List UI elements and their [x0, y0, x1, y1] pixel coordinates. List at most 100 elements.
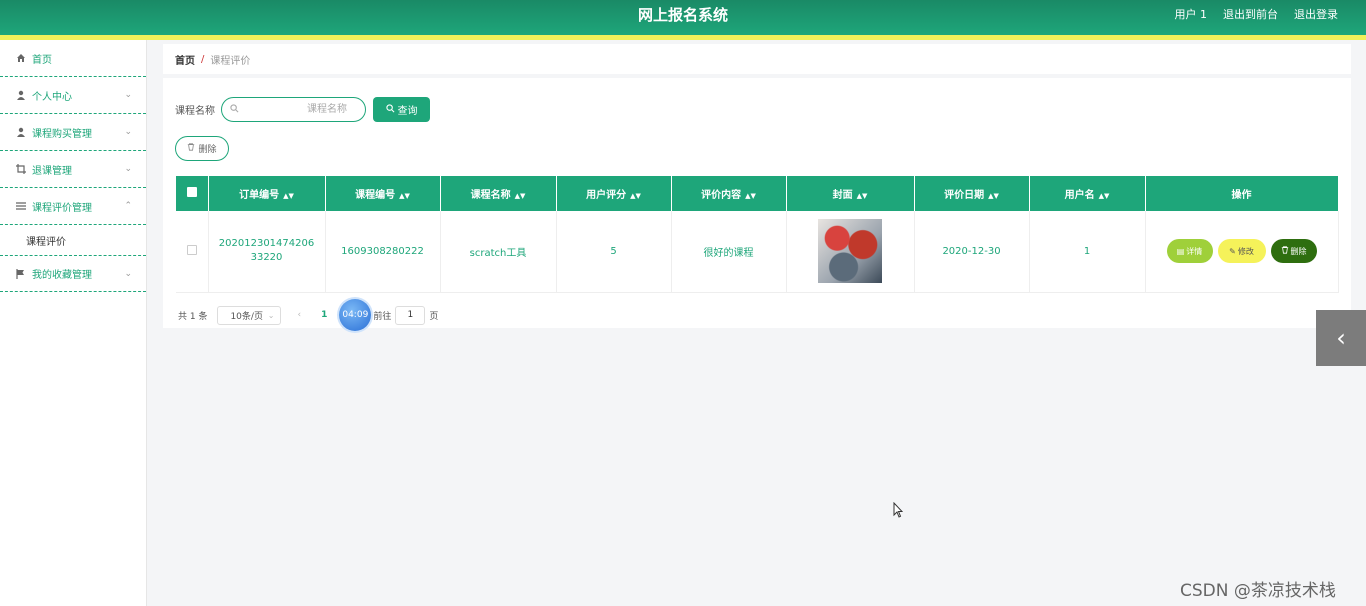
logout-link[interactable]: 退出登录: [1294, 6, 1338, 22]
column-header-score[interactable]: 用户评分 ▲▼: [556, 176, 672, 211]
sort-icon: ▲▼: [514, 192, 526, 200]
app-title: 网上报名系统: [637, 6, 728, 24]
sort-icon: ▲▼: [630, 192, 641, 200]
page-size-select[interactable]: 10条/页 ⌄: [217, 305, 282, 325]
sort-icon: ▲▼: [856, 192, 868, 200]
cell-actions: ▤ 详情 ✎ 修改 删除: [1145, 211, 1339, 293]
sidebar-item-label: 我的收藏管理: [32, 270, 92, 281]
column-header-date[interactable]: 评价日期 ▲▼: [914, 176, 1030, 211]
column-header-course-no[interactable]: 课程编号 ▲▼: [325, 176, 441, 211]
breadcrumb-current: 课程评价: [210, 55, 251, 67]
pagination: 共 1 条 10条/页 ⌄ ‹ 1 04:09 前往 1 页: [178, 299, 438, 331]
sidebar-item-label: 首页: [32, 54, 52, 66]
chevron-down-icon: ⌄: [267, 310, 275, 320]
watermark: CSDN @茶凉技术栈: [1180, 581, 1336, 601]
crop-icon: [16, 164, 26, 174]
sidebar-item-label: 个人中心: [32, 91, 72, 103]
chevron-left-icon[interactable]: ‹: [1316, 310, 1366, 366]
main-area: 首页 / 课程评价 课程名称 查询 删除: [163, 40, 1351, 331]
goto-page-input[interactable]: 1: [395, 305, 426, 325]
search-row: 课程名称 查询: [175, 97, 430, 122]
sort-icon: ▲▼: [283, 192, 294, 200]
prev-page-button[interactable]: ‹: [297, 310, 301, 320]
pagination-total: 共 1 条: [178, 311, 208, 322]
cell-date: 2020-12-30: [914, 211, 1030, 293]
top-links: 用户 1 退出到前台 退出登录: [1175, 6, 1339, 22]
user-icon: [16, 127, 26, 137]
page-number-1[interactable]: 1: [321, 310, 327, 320]
top-bar: 网上报名系统 用户 1 退出到前台 退出登录: [0, 0, 1366, 35]
row-delete-button[interactable]: 删除: [1270, 239, 1317, 264]
flag-icon: [16, 268, 26, 279]
breadcrumb-separator: /: [201, 53, 205, 65]
select-all-checkbox[interactable]: [186, 187, 197, 197]
sidebar-item-label: 课程评价管理: [32, 202, 92, 214]
column-header-order-no[interactable]: 订单编号 ▲▼: [208, 176, 326, 211]
menu-icon: [16, 201, 26, 211]
breadcrumb: 首页 / 课程评价: [163, 44, 1351, 74]
sort-icon: ▲▼: [988, 192, 999, 200]
cell-course-no: 1609308280222: [325, 211, 441, 293]
search-input[interactable]: [222, 98, 365, 121]
document-icon: ▤: [1176, 246, 1185, 256]
cover-image[interactable]: [818, 219, 882, 284]
search-icon: [230, 104, 239, 116]
sidebar-item-favorites[interactable]: 我的收藏管理 ⌄: [0, 255, 146, 292]
query-button-label: 查询: [397, 106, 418, 117]
recording-timer-badge: 04:09: [339, 299, 372, 331]
batch-delete-button[interactable]: 删除: [175, 136, 229, 161]
sidebar-item-home[interactable]: 首页: [0, 40, 146, 77]
column-header-content[interactable]: 评价内容 ▲▼: [671, 176, 787, 211]
select-all-cell: [176, 176, 209, 211]
cell-content: 很好的课程: [671, 211, 787, 293]
chevron-down-icon: ⌄: [124, 164, 132, 174]
table-header-row: 订单编号 ▲▼ 课程编号 ▲▼ 课程名称 ▲▼ 用户评分 ▲▼ 评价内容 ▲▼ 封面 ▲▼ …: [176, 176, 1339, 211]
trash-icon: [1281, 246, 1289, 256]
breadcrumb-home[interactable]: 首页: [175, 52, 195, 67]
search-label: 课程名称: [175, 106, 215, 117]
trash-icon: [187, 143, 195, 154]
content-card: 课程名称 查询 删除: [163, 78, 1351, 331]
sort-icon: ▲▼: [1098, 192, 1110, 200]
current-user[interactable]: 用户 1: [1175, 6, 1208, 22]
sidebar-item-course-review[interactable]: 课程评价管理 ⌃: [0, 188, 146, 225]
home-icon: [16, 53, 26, 63]
mouse-cursor-icon: [893, 501, 904, 522]
column-header-actions: 操作: [1145, 176, 1339, 211]
search-icon: [385, 103, 395, 116]
sort-icon: ▲▼: [399, 192, 410, 200]
sidebar-item-label: 课程购买管理: [32, 128, 92, 140]
sidebar-item-withdraw[interactable]: 退课管理 ⌄: [0, 151, 146, 188]
back-to-front-link[interactable]: 退出到前台: [1223, 6, 1278, 22]
sidebar-subitem-course-review[interactable]: 课程评价: [0, 225, 146, 255]
column-header-username[interactable]: 用户名 ▲▼: [1029, 176, 1146, 211]
column-header-cover[interactable]: 封面 ▲▼: [786, 176, 915, 211]
search-box: [221, 97, 366, 122]
chevron-up-icon: ⌃: [124, 201, 132, 211]
cell-score: 5: [556, 211, 672, 293]
batch-delete-label: 删除: [198, 145, 217, 155]
edit-button[interactable]: ✎ 修改: [1217, 239, 1266, 264]
table-row: 20201230147420633220 1609308280222 scrat…: [176, 211, 1339, 293]
cell-course-name: scratch工具: [440, 211, 557, 293]
column-header-course-name[interactable]: 课程名称 ▲▼: [440, 176, 557, 211]
sidebar-item-personal-center[interactable]: 个人中心 ⌄: [0, 77, 146, 114]
user-icon: [16, 90, 26, 100]
row-checkbox[interactable]: [186, 244, 197, 255]
review-table: 订单编号 ▲▼ 课程编号 ▲▼ 课程名称 ▲▼ 用户评分 ▲▼ 评价内容 ▲▼ 封面 ▲▼ …: [176, 176, 1339, 293]
sidebar: 首页 个人中心 ⌄ 课程购买管理 ⌄ 退课管理 ⌄ 课程评价管理 ⌃ 课程评价 …: [0, 40, 147, 606]
chevron-down-icon: ⌄: [124, 90, 132, 100]
cell-username: 1: [1029, 211, 1146, 293]
detail-button[interactable]: ▤ 详情: [1166, 239, 1213, 264]
query-button[interactable]: 查询: [373, 97, 430, 122]
pencil-icon: ✎: [1229, 246, 1236, 256]
sort-icon: ▲▼: [745, 192, 756, 200]
sidebar-item-course-purchase[interactable]: 课程购买管理 ⌄: [0, 114, 146, 151]
cell-cover: [786, 211, 915, 293]
cell-order-no: 20201230147420633220: [208, 211, 326, 293]
page-unit-label: 页: [429, 311, 439, 322]
chevron-down-icon: ⌄: [124, 269, 132, 279]
chevron-down-icon: ⌄: [124, 127, 132, 137]
goto-label: 前往: [373, 311, 392, 322]
sidebar-item-label: 退课管理: [32, 165, 72, 177]
